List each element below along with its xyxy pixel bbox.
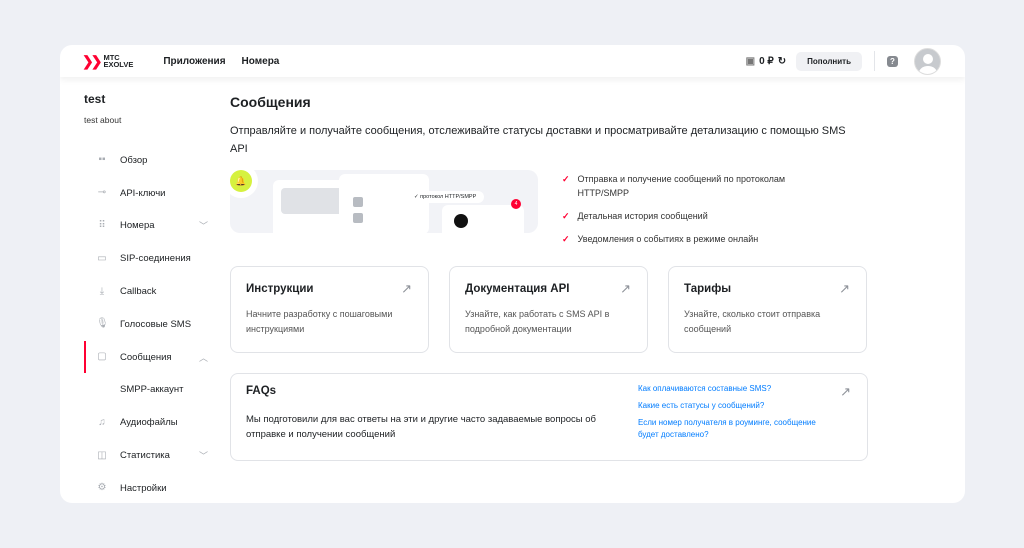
microphone-icon: 🎙: [96, 318, 109, 330]
sidebar-item[interactable]: ⠿ Номера ﹀: [84, 210, 214, 243]
sidebar-item[interactable]: SMPP-аккаунт: [84, 374, 214, 407]
sidebar-item-label: Статистика: [120, 450, 170, 462]
balance: ▣ 0 ₽ ↻: [746, 56, 787, 67]
sidebar-item-label: SMPP-аккаунт: [120, 384, 184, 396]
feature-item: ✓ Уведомления о событиях в режиме онлайн: [562, 234, 759, 244]
arrow-up-right-icon: ↗: [839, 281, 850, 296]
faq-title: FAQs: [246, 385, 277, 397]
sidebar-item[interactable]: ▢ Сообщения ︿: [84, 340, 214, 374]
feature-list: ✓ Отправка и получение сообщений по прото…: [562, 172, 832, 255]
sidebar-item[interactable]: ⤓ Callback: [84, 275, 214, 308]
arrow-up-right-icon: ↗: [620, 281, 631, 296]
protocol-chip: ✓ протокол HTTP/SMPP: [406, 191, 485, 203]
sidebar-item-label: Сообщения: [120, 351, 172, 363]
logo-mark-icon: ❯❯: [82, 52, 103, 69]
nav-apps[interactable]: Приложения: [163, 56, 225, 67]
help-icon[interactable]: ?: [887, 55, 898, 67]
sidebar-item[interactable]: ⚙ Настройки: [84, 472, 214, 503]
faq-text: Мы подготовили для вас ответы на эти и д…: [246, 414, 596, 440]
faq-link[interactable]: Какие есть статусы у сообщений?: [638, 400, 818, 412]
chevron-up-icon[interactable]: ︿: [199, 351, 208, 364]
sidebar-item-label: Callback: [120, 286, 157, 298]
bell-icon: 🔔: [230, 170, 252, 192]
sidebar-item[interactable]: ♫ Аудиофайлы: [84, 406, 214, 439]
grid-icon: ▪▪: [98, 154, 106, 166]
project-name: test: [84, 92, 106, 106]
top-bar: ❯❯ МТС EXOLVE Приложения Номера ▣ 0 ₽ ↻ П…: [60, 45, 965, 77]
check-icon: ✓: [562, 174, 570, 184]
check-icon: ✓: [562, 211, 570, 221]
key-icon: ⊸: [97, 187, 107, 199]
notification-badge: 4: [511, 199, 521, 209]
refresh-icon[interactable]: ↻: [778, 56, 786, 67]
music-icon: ♫: [98, 416, 106, 428]
page-lead: Отправляйте и получайте сообщения, отсле…: [230, 125, 846, 155]
message-icon: [454, 214, 468, 228]
illustration: 🔔 ✓ протокол HTTP/SMPP 4: [230, 170, 538, 233]
sidebar-item[interactable]: 🎙 Голосовые SMS: [84, 308, 214, 341]
chat-icon: ▢: [97, 351, 107, 363]
sidebar-item-label: Обзор: [120, 154, 148, 166]
sidebar-item-label: SIP-соединения: [120, 253, 191, 265]
app-window: ❯❯ МТС EXOLVE Приложения Номера ▣ 0 ₽ ↻ П…: [60, 45, 965, 503]
nav-numbers[interactable]: Номера: [242, 56, 280, 67]
sip-icon: ▭: [97, 252, 107, 264]
faq-card: FAQs Мы подготовили для вас ответы на эт…: [230, 373, 868, 461]
gear-icon: ⚙: [97, 482, 107, 494]
balance-value: 0 ₽: [759, 55, 774, 67]
chart-icon: ◫: [97, 449, 107, 461]
sidebar-item[interactable]: ⊸ API-ключи: [84, 177, 214, 210]
topup-button[interactable]: Пополнить: [796, 51, 862, 71]
feature-item: ✓ Детальная история сообщений: [562, 211, 708, 221]
sidebar-item-label: API-ключи: [120, 187, 166, 199]
callback-icon: ⤓: [99, 285, 105, 297]
avatar[interactable]: [914, 47, 941, 75]
dialpad-icon: ⠿: [98, 219, 106, 231]
sidebar-item-label: Аудиофайлы: [120, 417, 178, 429]
sidebar-item-label: Настройки: [120, 482, 167, 494]
sidebar-item[interactable]: ▪▪ Обзор: [84, 144, 214, 177]
chevron-down-icon[interactable]: ﹀: [199, 449, 208, 462]
sidebar-item-label: Номера: [120, 220, 155, 232]
card-instructions[interactable]: Инструкции Начните разработку с пошаговым…: [230, 266, 429, 353]
sidebar-item[interactable]: ▭ SIP-соединения: [84, 242, 214, 275]
feature-item: ✓ Отправка и получение сообщений по прото…: [562, 174, 786, 198]
card-api-docs[interactable]: Документация API Узнайте, как работать с …: [449, 266, 648, 353]
project-about: test about: [84, 115, 122, 125]
logo[interactable]: ❯❯ МТС EXOLVE: [82, 53, 133, 70]
wallet-icon: ▣: [745, 55, 756, 67]
card-tariffs[interactable]: Тарифы Узнайте, сколько стоит отправка со…: [668, 266, 867, 353]
arrow-up-right-icon: ↗: [401, 281, 412, 296]
logo-text: EXOLVE: [103, 60, 134, 69]
page-title: Сообщения: [230, 94, 311, 110]
chevron-down-icon[interactable]: ﹀: [199, 219, 208, 232]
check-icon: ✓: [562, 234, 570, 244]
sidebar-item[interactable]: ◫ Статистика ﹀: [84, 439, 214, 472]
divider: [874, 51, 875, 71]
faq-link[interactable]: Если номер получателя в роуминге, сообще…: [638, 417, 818, 441]
arrow-up-right-icon[interactable]: ↗: [840, 384, 851, 400]
sidebar-item-label: Голосовые SMS: [120, 318, 192, 330]
faq-link[interactable]: Как оплачиваются составные SMS?: [638, 383, 818, 395]
